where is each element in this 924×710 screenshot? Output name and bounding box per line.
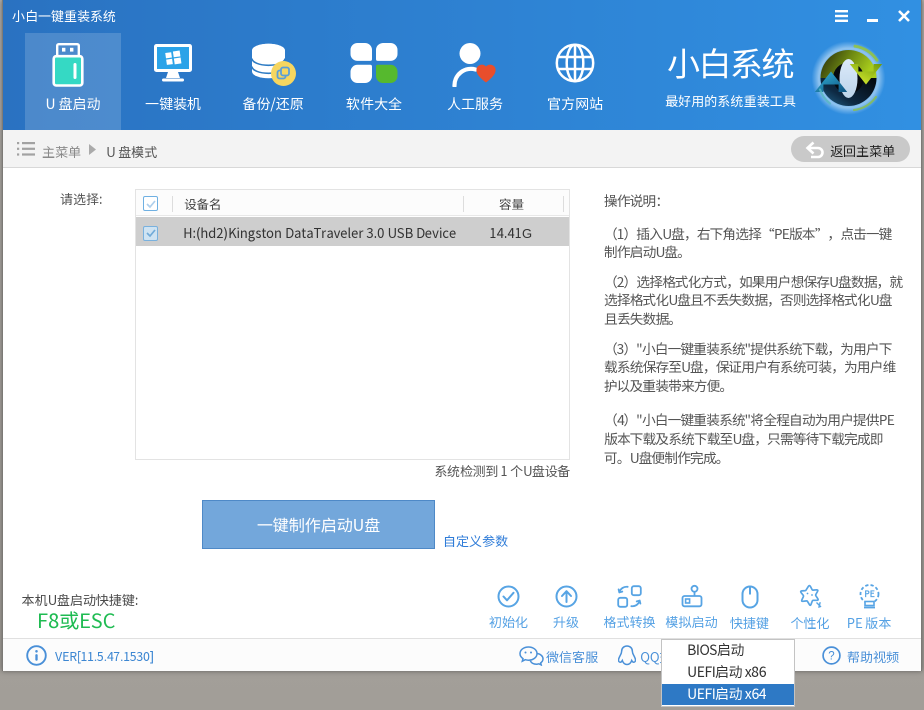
svg-text:?: ? [828, 648, 834, 664]
svg-text:PE: PE [864, 588, 874, 600]
